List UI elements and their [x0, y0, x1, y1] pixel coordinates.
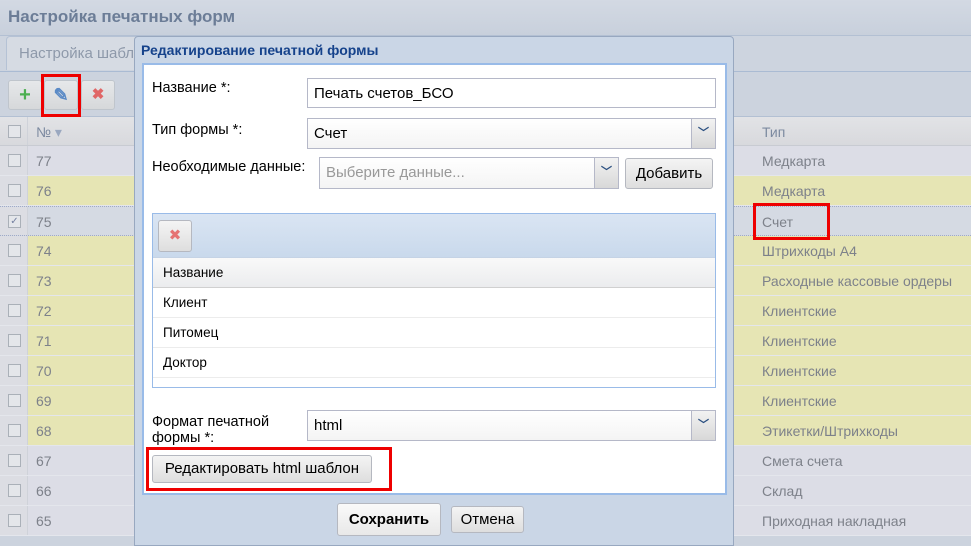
row-checkbox[interactable]	[8, 304, 21, 317]
column-type[interactable]: Тип	[762, 124, 785, 140]
row-checkbox[interactable]	[8, 424, 21, 437]
tab-template-settings[interactable]: Настройка шаблонов	[6, 36, 146, 70]
chevron-down-icon[interactable]: ﹀	[594, 158, 618, 188]
row-number: 75	[36, 214, 52, 230]
column-number[interactable]: № ▾	[36, 124, 62, 141]
row-type: Медкарта	[762, 183, 826, 199]
type-select[interactable]: Счет ﹀	[307, 118, 716, 149]
row-type: Клиентские	[762, 363, 837, 379]
type-label: Тип формы *:	[152, 122, 243, 138]
delete-button[interactable]: ✖	[81, 80, 115, 110]
list-item[interactable]: Питомец	[153, 318, 715, 348]
row-number: 65	[36, 513, 52, 529]
template-highlight	[146, 447, 392, 491]
row-type: Смета счета	[762, 453, 843, 469]
row-type: Медкарта	[762, 153, 826, 169]
chevron-down-icon[interactable]: ﹀	[691, 411, 715, 440]
remove-data-button[interactable]: ✖	[158, 220, 192, 252]
name-label: Название *:	[152, 80, 231, 96]
list-item[interactable]: Доктор	[153, 348, 715, 378]
row-number: 67	[36, 453, 52, 469]
select-all-checkbox[interactable]	[8, 125, 21, 138]
row-type: Приходная накладная	[762, 513, 907, 529]
row-checkbox[interactable]	[8, 514, 21, 527]
row-checkbox[interactable]	[8, 454, 21, 467]
row-number: 76	[36, 183, 52, 199]
sort-icon: ▾	[54, 124, 62, 140]
row-checkbox[interactable]	[8, 244, 21, 257]
add-data-button[interactable]: Добавить	[625, 158, 713, 189]
row-checkbox[interactable]	[8, 364, 21, 377]
row-type: Расходные кассовые ордеры	[762, 273, 953, 289]
row-number: 77	[36, 153, 52, 169]
row-type: Клиентские	[762, 393, 837, 409]
data-select[interactable]: Выберите данные... ﹀	[319, 157, 619, 189]
data-grid: ✖ Название Клиент Питомец Доктор	[152, 213, 716, 388]
chevron-down-icon[interactable]: ﹀	[691, 119, 715, 148]
row-checkbox[interactable]: ✓	[8, 215, 21, 228]
delete-icon: ✖	[91, 86, 105, 103]
row-checkbox[interactable]	[8, 154, 21, 167]
list-item[interactable]: Клиент	[153, 288, 715, 318]
format-select[interactable]: html ﹀	[307, 410, 716, 441]
row-number: 73	[36, 273, 52, 289]
row-type: Клиентские	[762, 333, 837, 349]
name-input[interactable]: Печать счетов_БСО	[307, 78, 716, 108]
row-number: 66	[36, 483, 52, 499]
format-label: Формат печатной формы *:	[152, 414, 270, 446]
row-number: 69	[36, 393, 52, 409]
row-number: 68	[36, 423, 52, 439]
delete-icon: ✖	[168, 227, 182, 244]
page-title: Настройка печатных форм	[0, 0, 971, 36]
edit-highlight	[41, 74, 81, 117]
data-grid-header[interactable]: Название	[153, 258, 715, 288]
row-checkbox[interactable]	[8, 394, 21, 407]
row-number: 70	[36, 363, 52, 379]
row-number: 72	[36, 303, 52, 319]
row-type: Штрихкоды А4	[762, 243, 857, 259]
add-button[interactable]: +	[8, 80, 42, 110]
row-checkbox[interactable]	[8, 274, 21, 287]
type-highlight	[753, 203, 830, 240]
row-type: Этикетки/Штрихкоды	[762, 423, 898, 439]
row-checkbox[interactable]	[8, 484, 21, 497]
row-type: Склад	[762, 483, 803, 499]
data-label: Необходимые данные:	[152, 159, 306, 175]
dialog-title: Редактирование печатной формы	[141, 42, 379, 58]
plus-icon: +	[19, 84, 31, 106]
row-checkbox[interactable]	[8, 184, 21, 197]
row-checkbox[interactable]	[8, 334, 21, 347]
cancel-button[interactable]: Отмена	[451, 506, 524, 533]
save-button[interactable]: Сохранить	[337, 503, 441, 536]
row-number: 74	[36, 243, 52, 259]
row-type: Клиентские	[762, 303, 837, 319]
row-number: 71	[36, 333, 52, 349]
